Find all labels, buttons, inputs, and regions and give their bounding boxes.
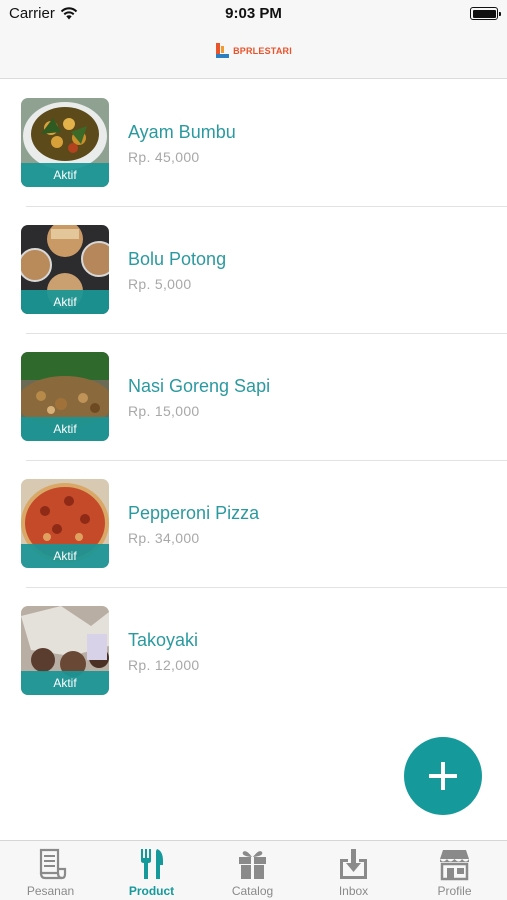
logo-text: BPRLESTARI	[233, 46, 292, 56]
inbox-download-icon	[340, 849, 367, 879]
product-image: Aktif	[21, 606, 109, 695]
status-badge: Aktif	[21, 671, 109, 695]
product-price: Rp. 45,000	[128, 149, 200, 165]
product-image: Aktif	[21, 479, 109, 568]
product-row[interactable]: Aktif Nasi Goreng Sapi Rp. 15,000	[0, 334, 507, 461]
tab-inbox[interactable]: Inbox	[303, 841, 404, 900]
receipt-icon	[39, 848, 67, 880]
battery-icon	[470, 7, 501, 20]
store-icon	[440, 850, 469, 881]
product-image: Aktif	[21, 98, 109, 187]
product-price: Rp. 15,000	[128, 403, 200, 419]
product-price: Rp. 5,000	[128, 276, 192, 292]
logo-mark-icon	[216, 43, 230, 58]
status-badge: Aktif	[21, 417, 109, 441]
product-name: Nasi Goreng Sapi	[128, 376, 271, 396]
product-list: Aktif Ayam Bumbu Rp. 45,000 Aktif Bolu P…	[0, 80, 507, 715]
tab-bar: Pesanan Product Catalog Inbox Profile	[0, 840, 507, 900]
tab-label: Inbox	[338, 884, 369, 898]
product-image: Aktif	[21, 352, 109, 441]
product-name: Ayam Bumbu	[128, 122, 236, 142]
tab-product[interactable]: Product	[101, 841, 202, 900]
add-product-button[interactable]	[404, 737, 482, 815]
status-badge: Aktif	[21, 163, 109, 187]
status-badge: Aktif	[21, 290, 109, 314]
product-row[interactable]: Aktif Ayam Bumbu Rp. 45,000	[0, 80, 507, 207]
app-logo: BPRLESTARI	[0, 42, 507, 60]
plus-icon	[429, 762, 457, 790]
fork-knife-icon	[141, 849, 163, 879]
product-image: Aktif	[21, 225, 109, 314]
gift-icon	[239, 851, 266, 879]
product-name: Bolu Potong	[128, 249, 227, 269]
product-row[interactable]: Aktif Pepperoni Pizza Rp. 34,000	[0, 461, 507, 588]
product-price: Rp. 34,000	[128, 530, 200, 546]
top-bar: Carrier 9:03 PM BPRLESTARI	[0, 0, 507, 79]
status-time: 9:03 PM	[225, 5, 282, 22]
tab-label: Catalog	[231, 884, 274, 898]
product-row[interactable]: Aktif Bolu Potong Rp. 5,000	[0, 207, 507, 334]
tab-label: Pesanan	[26, 884, 75, 898]
tab-pesanan[interactable]: Pesanan	[0, 841, 101, 900]
status-badge: Aktif	[21, 544, 109, 568]
product-name: Takoyaki	[128, 630, 199, 650]
tab-profile[interactable]: Profile	[404, 841, 505, 900]
tab-label: Profile	[437, 884, 472, 898]
product-price: Rp. 12,000	[128, 657, 200, 673]
product-name: Pepperoni Pizza	[128, 503, 260, 523]
product-row[interactable]: Aktif Takoyaki Rp. 12,000	[0, 588, 507, 715]
tab-label: Product	[128, 884, 175, 898]
tab-catalog[interactable]: Catalog	[202, 841, 303, 900]
